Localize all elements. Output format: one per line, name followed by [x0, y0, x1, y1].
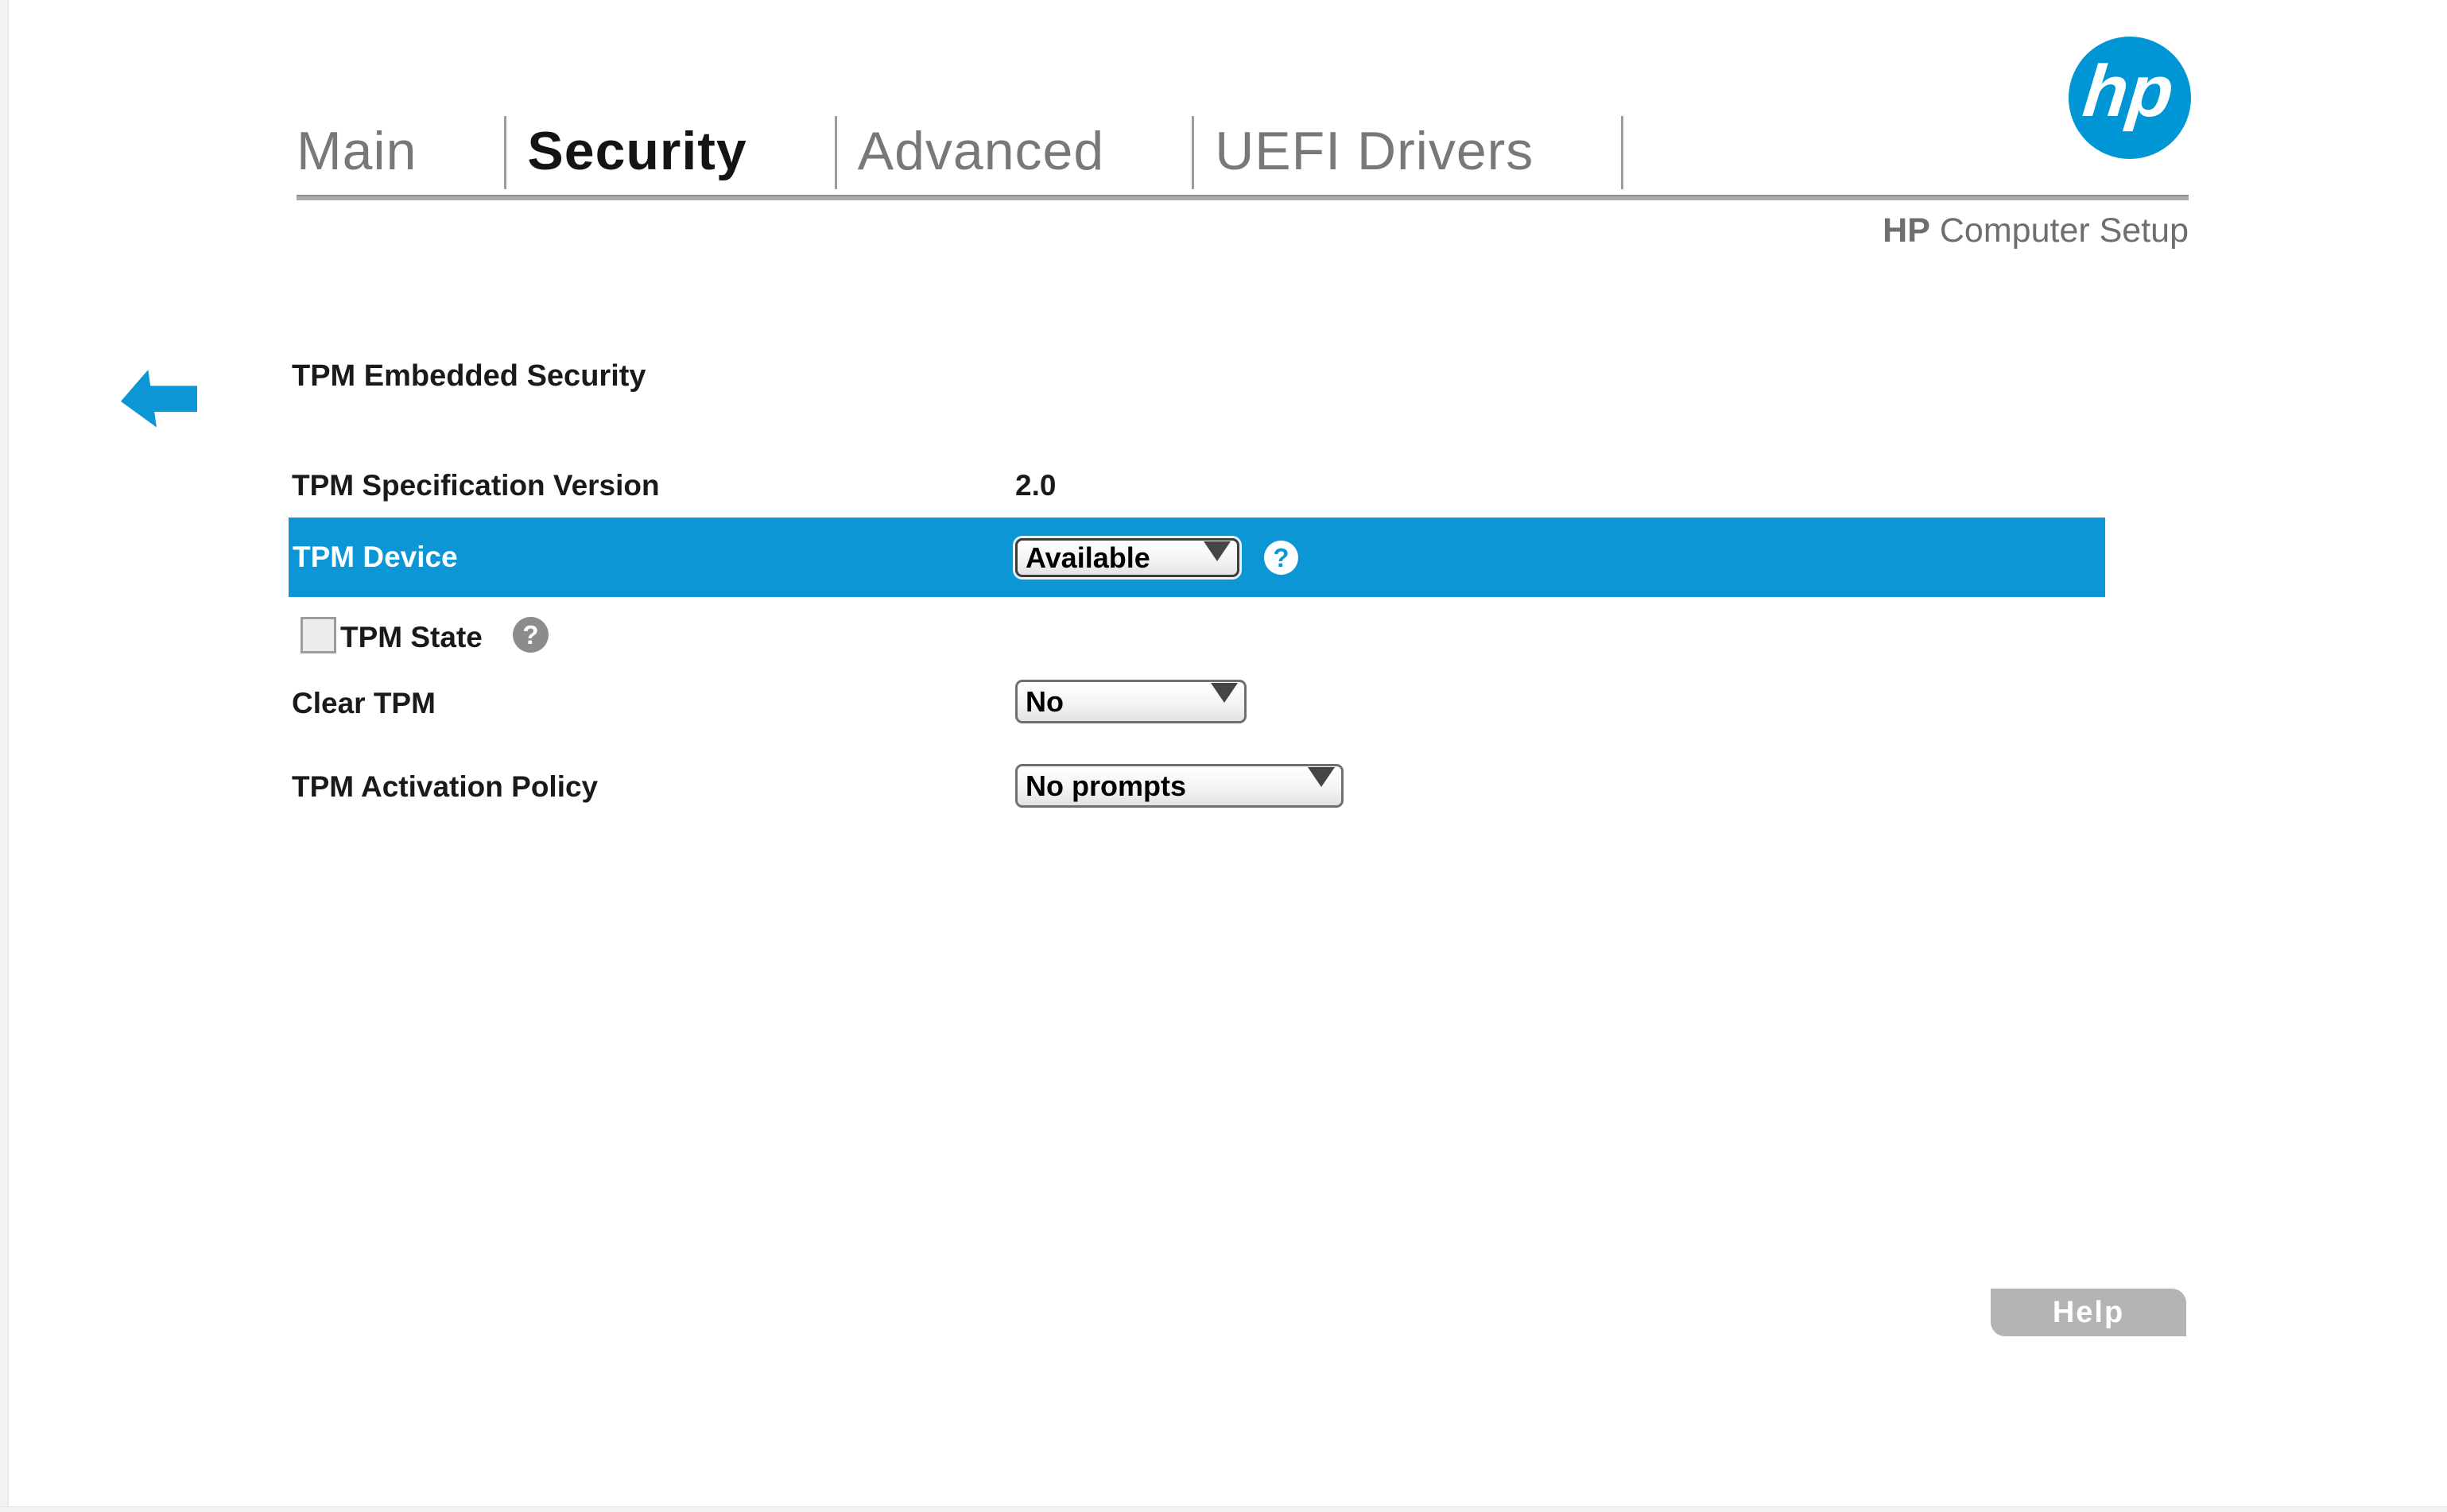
- tpm-device-label: TPM Device: [293, 541, 458, 574]
- tpm-state-checkbox[interactable]: [301, 617, 336, 653]
- clear-tpm-dropdown[interactable]: No: [1015, 680, 1247, 723]
- page-title: TPM Embedded Security: [292, 359, 646, 394]
- tab-uefi-drivers[interactable]: UEFI Drivers: [1215, 111, 1621, 188]
- chevron-down-icon: [1204, 541, 1231, 561]
- spec-version-label: TPM Specification Version: [292, 469, 660, 502]
- back-arrow-icon[interactable]: [119, 367, 197, 429]
- activation-policy-label: TPM Activation Policy: [292, 770, 598, 804]
- tab-advanced[interactable]: Advanced: [858, 111, 1192, 188]
- spec-version-value: 2.0: [1015, 469, 1056, 502]
- tab-main[interactable]: Main: [297, 111, 504, 188]
- activation-policy-selected-value: No prompts: [1026, 770, 1186, 803]
- window-frame-bottom: [0, 1506, 2447, 1512]
- product-title-brand: HP: [1883, 211, 1930, 250]
- nav-separator: [1621, 116, 1623, 189]
- product-title-rest: Computer Setup: [1940, 211, 2189, 250]
- tab-security[interactable]: Security: [527, 111, 834, 188]
- chevron-down-icon: [1308, 767, 1335, 787]
- tpm-device-help-icon[interactable]: ?: [1264, 541, 1298, 575]
- nav-separator: [835, 116, 837, 189]
- help-button-label: Help: [2053, 1296, 2124, 1330]
- tpm-device-dropdown[interactable]: Available: [1015, 538, 1239, 577]
- tpm-device-selected-value: Available: [1026, 541, 1150, 575]
- window-frame-left: [0, 0, 9, 1512]
- question-mark-icon: ?: [1273, 543, 1289, 573]
- chevron-down-icon: [1211, 683, 1238, 703]
- hp-logo-icon: hp: [2069, 37, 2191, 159]
- top-nav: Main Security Advanced UEFI Drivers: [297, 111, 1644, 189]
- product-title: HP Computer Setup: [1883, 211, 2189, 250]
- nav-separator: [1192, 116, 1194, 189]
- nav-separator: [504, 116, 506, 189]
- nav-underline: [297, 195, 2189, 200]
- tpm-state-label: TPM State: [340, 621, 483, 654]
- question-mark-icon: ?: [522, 620, 538, 650]
- tpm-state-help-icon[interactable]: ?: [513, 617, 549, 653]
- clear-tpm-selected-value: No: [1026, 685, 1064, 719]
- help-button[interactable]: Help: [1991, 1289, 2186, 1336]
- clear-tpm-label: Clear TPM: [292, 687, 436, 720]
- hp-logo-text: hp: [2079, 50, 2177, 134]
- activation-policy-dropdown[interactable]: No prompts: [1015, 764, 1344, 808]
